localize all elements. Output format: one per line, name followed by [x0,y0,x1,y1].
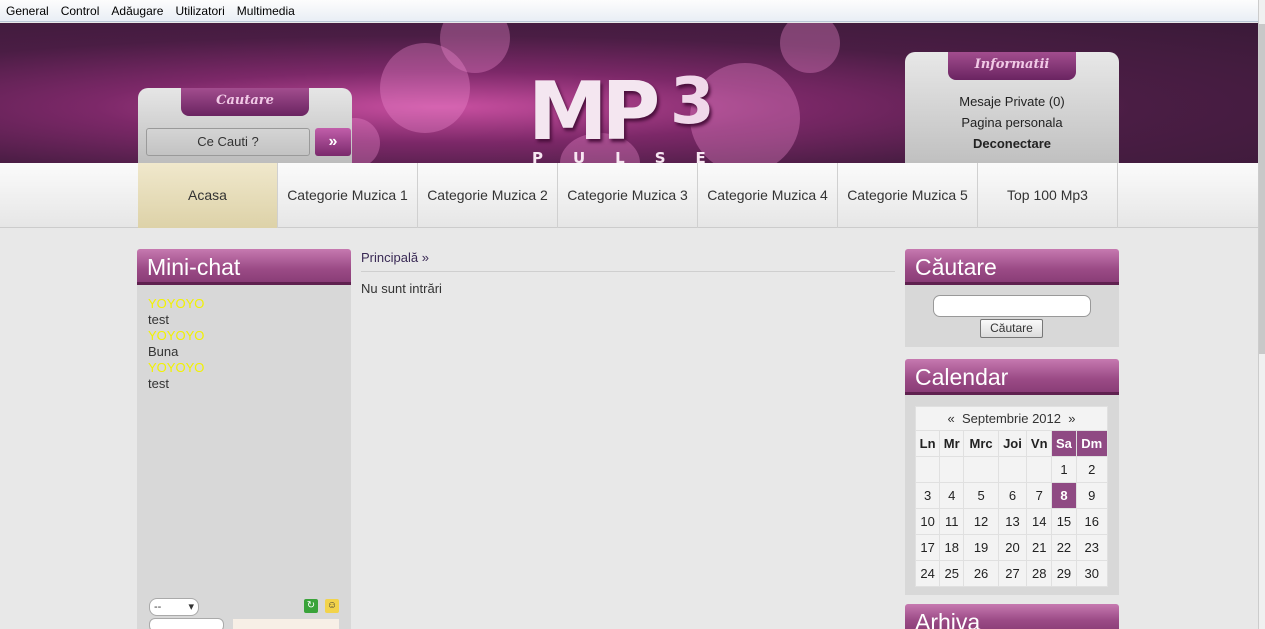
calendar-day-header: Mrc [963,430,999,457]
nav-item-category-3[interactable]: Categorie Muzica 3 [558,163,698,228]
calendar-day[interactable]: 14 [1026,508,1053,535]
calendar-day [963,456,999,483]
calendar-day[interactable]: 8 [1051,482,1077,509]
calendar-day[interactable]: 27 [997,560,1028,587]
admin-bar: General Control Adăugare Utilizatori Mul… [0,0,1265,22]
calendar-day[interactable]: 10 [914,508,941,535]
admin-menu-general[interactable]: General [6,4,49,18]
calendar-day[interactable]: 23 [1075,534,1109,561]
calendar-day[interactable]: 2 [1075,456,1109,483]
header-search-button[interactable]: » [315,128,351,156]
calendar-day[interactable]: 20 [997,534,1028,561]
header-search-title: Cautare [181,88,309,116]
logo-subtitle: PULSE [532,149,736,163]
chat-user-name[interactable]: YOYOYO [148,360,204,376]
chevron-down-icon: ▾ [188,601,194,613]
sidebar-search-button[interactable]: Căutare [980,319,1043,338]
admin-menu-control[interactable]: Control [61,4,100,18]
chat-message: test [148,376,169,391]
calendar-day[interactable]: 3 [914,482,941,509]
site-logo[interactable]: MP 3 PULSE [520,55,740,163]
calendar-day-header: Ln [914,430,941,457]
calendar-prev-month[interactable]: « [948,411,955,426]
sidebar-search-input[interactable] [933,295,1091,317]
calendar-day[interactable]: 13 [997,508,1028,535]
calendar-day [939,456,965,483]
calendar-day[interactable]: 24 [914,560,941,587]
calendar-day[interactable]: 21 [1026,534,1053,561]
search-block-title: Căutare [905,249,1119,285]
minichat-messages: YOYOYO test YOYOYO Buna YOYOYO test [148,296,204,392]
nav-item-category-2[interactable]: Categorie Muzica 2 [418,163,558,228]
calendar-title: Calendar [905,359,1119,395]
smiley-icon[interactable]: ☺ [325,599,339,613]
refresh-icon[interactable]: ↻ [304,599,318,613]
admin-menu-multimedia[interactable]: Multimedia [237,4,295,18]
chat-select-value: -- [154,601,162,613]
calendar-day[interactable]: 12 [963,508,999,535]
calendar-day[interactable]: 25 [939,560,965,587]
chat-message: test [148,312,169,327]
info-title: Informatii [948,52,1076,80]
nav-item-category-4[interactable]: Categorie Muzica 4 [698,163,838,228]
private-messages-link[interactable]: Mesaje Private (0) [905,94,1119,109]
nav-item-top-100[interactable]: Top 100 Mp3 [978,163,1118,228]
calendar-day[interactable]: 18 [939,534,965,561]
calendar-day[interactable]: 6 [997,482,1028,509]
header-search-box: Cautare Ce Cauti ? » [138,88,352,163]
nav-item-category-5[interactable]: Categorie Muzica 5 [838,163,978,228]
calendar-day[interactable]: 11 [939,508,965,535]
calendar-month-row: « Septembrie 2012 » [915,406,1108,431]
logo-text: MP [528,65,660,158]
calendar-day[interactable]: 16 [1075,508,1109,535]
calendar-day-header: Joi [997,430,1028,457]
header-search-input[interactable]: Ce Cauti ? [146,128,310,156]
admin-menu-add[interactable]: Adăugare [111,4,163,18]
content-divider [361,271,895,272]
nav-item-home[interactable]: Acasa [138,163,278,228]
personal-page-link[interactable]: Pagina personala [905,115,1119,130]
calendar-day-header: Vn [1026,430,1053,457]
calendar-day [1026,456,1053,483]
minichat-title: Mini-chat [137,249,351,285]
calendar-day-header: Sa [1051,430,1077,457]
nav-item-category-1[interactable]: Categorie Muzica 1 [278,163,418,228]
calendar-month-label: Septembrie 2012 [961,411,1061,426]
calendar-day[interactable]: 7 [1026,482,1053,509]
chat-message-input[interactable] [149,618,224,629]
admin-menu-users[interactable]: Utilizatori [175,4,224,18]
calendar-day[interactable]: 28 [1026,560,1053,587]
calendar-next-month[interactable]: » [1068,411,1075,426]
calendar-day[interactable]: 22 [1051,534,1077,561]
calendar-day[interactable]: 17 [914,534,941,561]
chat-user-name[interactable]: YOYOYO [148,328,204,344]
calendar-day[interactable]: 1 [1051,456,1077,483]
calendar-day[interactable]: 4 [939,482,965,509]
calendar-day [914,456,941,483]
calendar-day-header: Mr [939,430,965,457]
archive-title: Arhiva [905,604,1119,629]
chat-smiley-select[interactable]: -- ▾ [149,598,199,616]
calendar-day[interactable]: 5 [963,482,999,509]
main-nav: Acasa Categorie Muzica 1 Categorie Muzic… [0,163,1258,228]
chat-message: Buna [148,344,179,359]
calendar-day[interactable]: 19 [963,534,999,561]
calendar-day[interactable]: 29 [1051,560,1077,587]
page-scrollbar-thumb[interactable] [1259,24,1265,354]
logo-number: 3 [670,65,715,139]
info-box: Informatii Mesaje Private (0) Pagina per… [905,52,1119,163]
calendar-day [997,456,1028,483]
calendar-day-header: Dm [1075,430,1109,457]
calendar-day[interactable]: 15 [1051,508,1077,535]
breadcrumb[interactable]: Principală » [361,250,429,265]
calendar-day[interactable]: 9 [1075,482,1109,509]
no-entries-text: Nu sunt intrări [361,281,442,296]
chat-captcha-image [233,619,339,629]
calendar-table: « Septembrie 2012 » Ln Mr Mrc Joi Vn Sa Dm 123… [914,406,1109,587]
chat-user-name[interactable]: YOYOYO [148,296,204,312]
logout-link[interactable]: Deconectare [905,136,1119,151]
calendar-day[interactable]: 26 [963,560,999,587]
calendar-day[interactable]: 30 [1075,560,1109,587]
